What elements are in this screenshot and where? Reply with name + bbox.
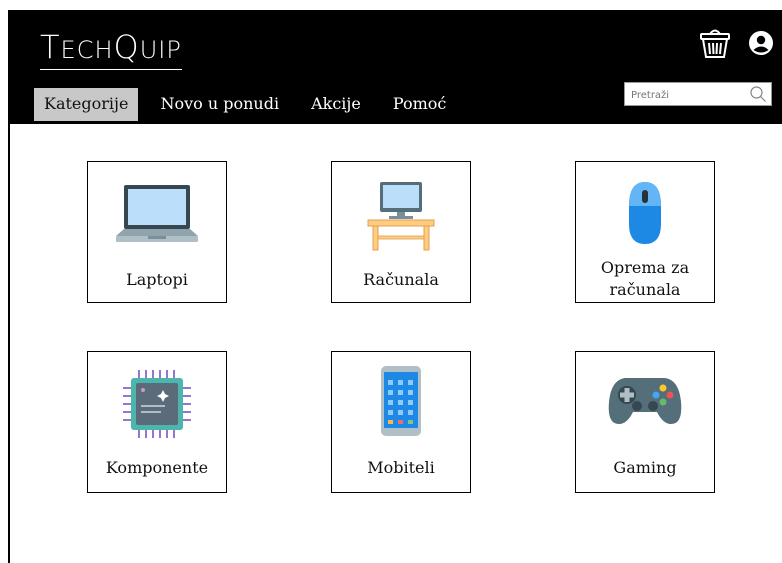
category-card-komponente[interactable]: Komponente [87,351,227,493]
nav-item-akcije[interactable]: Akcije [301,88,371,121]
nav-item-pomoc[interactable]: Pomoć [383,88,457,121]
category-label: Računala [363,270,439,289]
search-box [624,82,772,106]
category-card-gaming[interactable]: Gaming [575,351,715,493]
nav-item-kategorije[interactable]: Kategorije [34,88,139,121]
category-card-laptopi[interactable]: Laptopi [87,161,227,303]
main-nav: Kategorije Novo u ponudi Akcije Pomoć [34,88,468,121]
basket-icon[interactable] [698,26,732,60]
brand-logo[interactable]: TECHQUIP [40,28,182,70]
category-label-line2: računala [609,280,681,299]
category-card-mobiteli[interactable]: Mobiteli [331,351,471,493]
computer-mouse-icon [629,182,661,244]
user-account-icon[interactable] [748,30,774,56]
laptop-icon [116,185,198,242]
search-input[interactable] [629,85,751,105]
microchip-icon [123,370,191,438]
category-label: Mobiteli [367,458,435,477]
category-label: Komponente [105,458,209,477]
desktop-computer-icon [367,182,435,251]
gamepad-icon [608,378,682,424]
category-label: Laptopi [126,270,188,289]
smartphone-icon [381,366,421,436]
nav-item-novo-u-ponudi[interactable]: Novo u ponudi [150,88,289,121]
search-icon[interactable] [749,85,767,103]
category-label-line1: Oprema za [600,258,690,277]
category-label: Gaming [613,458,677,477]
site-header: TECHQUIP Kategorije Novo u ponudi Akcije… [10,10,782,124]
category-card-oprema-za-racunala[interactable]: Oprema za računala [575,161,715,303]
category-card-racunala[interactable]: Računala [331,161,471,303]
